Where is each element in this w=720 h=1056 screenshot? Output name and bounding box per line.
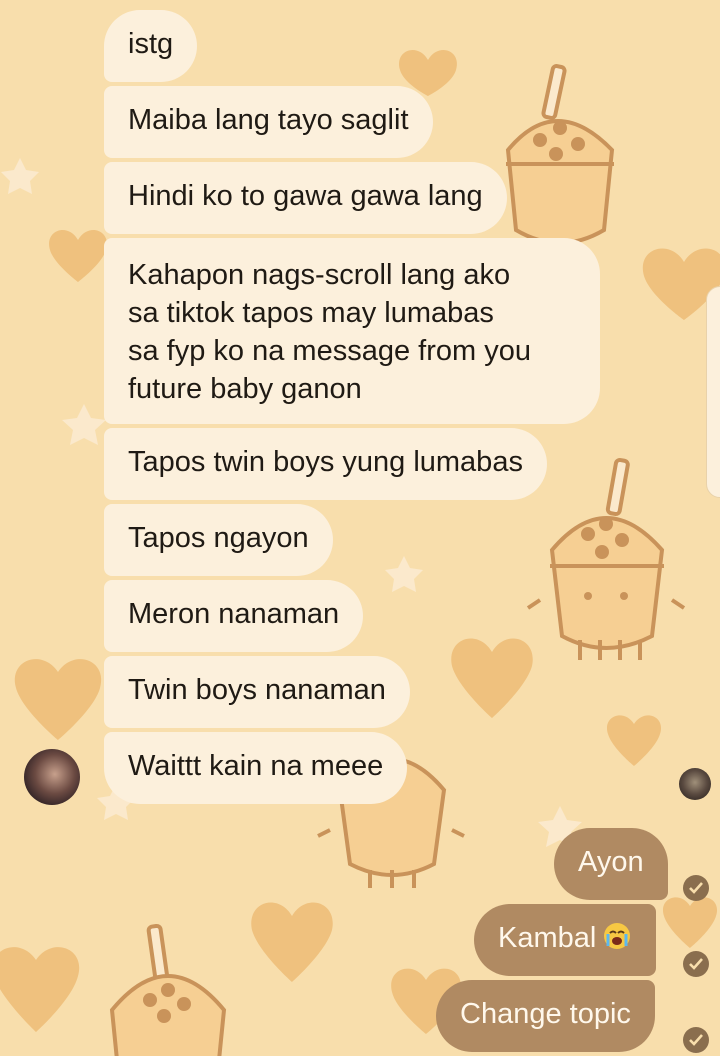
boba-cup-illustration xyxy=(526,457,686,660)
star-icon xyxy=(385,556,423,592)
outgoing-message-text: Kambal xyxy=(498,922,597,954)
loudly-crying-face-icon xyxy=(602,921,632,961)
sender-avatar[interactable] xyxy=(24,749,80,805)
incoming-message[interactable]: Maiba lang tayo saglit xyxy=(104,86,433,158)
delivered-check-icon xyxy=(683,875,709,901)
heart-icon xyxy=(0,947,80,1032)
star-icon xyxy=(1,158,39,194)
heart-icon xyxy=(14,659,102,740)
heart-icon xyxy=(49,229,107,282)
incoming-message[interactable]: Kahapon nags-scroll lang ako sa tiktok t… xyxy=(104,238,600,424)
incoming-message[interactable]: Tapos ngayon xyxy=(104,504,333,576)
heart-icon xyxy=(606,715,662,766)
side-panel-handle[interactable] xyxy=(706,286,720,498)
incoming-message[interactable]: Twin boys nanaman xyxy=(104,656,410,728)
outgoing-message[interactable]: Ayon xyxy=(554,828,668,900)
delivered-check-icon xyxy=(683,951,709,977)
seen-indicator-avatar xyxy=(679,768,711,800)
delivered-check-icon xyxy=(683,1027,709,1053)
outgoing-message[interactable]: Change topic xyxy=(436,980,655,1052)
incoming-message[interactable]: Meron nanaman xyxy=(104,580,364,652)
heart-icon xyxy=(251,902,333,982)
heart-icon xyxy=(662,897,718,948)
incoming-message[interactable]: Hindi ko to gawa gawa lang xyxy=(104,162,507,234)
outgoing-message[interactable]: Kambal xyxy=(474,904,657,976)
incoming-message[interactable]: istg xyxy=(104,10,198,82)
incoming-message[interactable]: Tapos twin boys yung lumabas xyxy=(104,428,547,500)
star-icon xyxy=(62,404,106,445)
heart-icon xyxy=(451,638,533,718)
incoming-message[interactable]: Waittt kain na meee xyxy=(104,732,408,804)
